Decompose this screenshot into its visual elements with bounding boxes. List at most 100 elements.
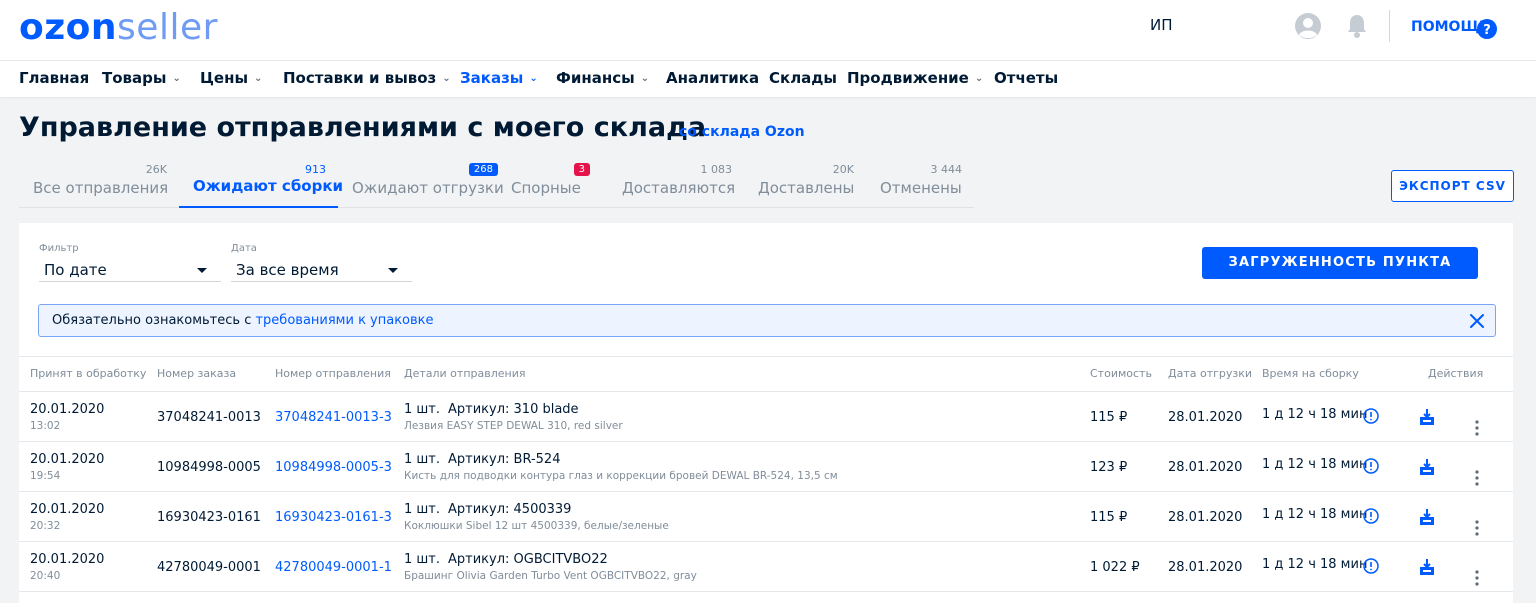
column-header[interactable]: Номер заказа	[157, 367, 236, 380]
nav-item-reports[interactable]: Отчеты	[994, 69, 1058, 87]
item-article: Артикул: BR-524	[448, 452, 561, 467]
column-header[interactable]: Время на сборку	[1262, 367, 1359, 380]
filter-value[interactable]: По дате	[39, 258, 221, 282]
logo-seller-text: seller	[117, 7, 218, 48]
print-label-icon[interactable]	[1418, 408, 1436, 426]
filter-select[interactable]: Фильтр По дате	[39, 243, 221, 282]
table-row[interactable]: 20.01.2020 20:40 42780049-0001 42780049-…	[19, 542, 1513, 592]
tab-count: 3 444	[930, 163, 963, 176]
tab-label: Отменены	[880, 179, 962, 197]
item-price: 115 ₽	[1090, 410, 1128, 425]
ship-date: 28.01.2020	[1168, 560, 1243, 575]
tab-delivering[interactable]: 1 083 Доставляются	[608, 160, 744, 208]
accepted-date: 20.01.2020	[30, 552, 105, 567]
nav-item-finance[interactable]: Финансы ⌄	[556, 69, 649, 87]
item-description: Брашинг Olivia Garden Turbo Vent OGBCITV…	[404, 570, 697, 582]
item-price: 115 ₽	[1090, 510, 1128, 525]
tab-label: Ожидают сборки	[193, 177, 344, 195]
export-csv-button[interactable]: ЭКСПОРТ CSV	[1391, 170, 1514, 202]
chevron-down-icon: ⌄	[974, 73, 984, 84]
column-header[interactable]: Детали отправления	[404, 367, 525, 380]
assembly-time: 1 д 12 ч 18 мин	[1262, 407, 1368, 422]
user-name[interactable]: ИП	[1150, 16, 1173, 34]
nav-item-orders[interactable]: Заказы ⌄	[460, 69, 538, 87]
print-label-icon[interactable]	[1418, 558, 1436, 576]
tab-count: 26K	[145, 163, 167, 176]
print-label-icon[interactable]	[1418, 458, 1436, 476]
shipment-number-link[interactable]: 16930423-0161-3	[275, 510, 392, 525]
shipments-card: Фильтр По дате Дата За все время ЗАГРУЖЕ…	[19, 223, 1513, 603]
info-clock-icon[interactable]	[1363, 458, 1379, 474]
ship-date: 28.01.2020	[1168, 510, 1243, 525]
shipment-number-link[interactable]: 42780049-0001-1	[275, 560, 392, 575]
caret-down-icon	[197, 268, 207, 273]
accepted-time: 20:32	[30, 520, 61, 532]
date-select[interactable]: Дата За все время	[231, 243, 412, 282]
tab-disputed[interactable]: 3 Спорные	[497, 160, 602, 208]
table-row[interactable]: 20.01.2020 19:54 10984998-0005 10984998-…	[19, 442, 1513, 492]
tab-awaiting-shipment[interactable]: 268 Ожидают отгрузки	[338, 160, 510, 208]
ozon-seller-logo[interactable]: ozonseller	[19, 8, 218, 48]
tab-count: 20K	[832, 163, 854, 176]
more-actions-icon[interactable]	[1474, 570, 1480, 586]
page-title: Управление отправлениями с моего склада	[19, 112, 707, 143]
column-header[interactable]: Дата отгрузки	[1168, 367, 1252, 380]
table-row[interactable]: 20.01.2020 20:32 16930423-0161 16930423-…	[19, 492, 1513, 542]
nav-item-products[interactable]: Товары ⌄	[102, 69, 181, 87]
nav-item-supplies[interactable]: Поставки и вывоз ⌄	[283, 69, 451, 87]
nav-item-home[interactable]: Главная	[19, 69, 89, 87]
info-clock-icon[interactable]	[1363, 558, 1379, 574]
more-actions-icon[interactable]	[1474, 520, 1480, 536]
reception-point-load-button[interactable]: ЗАГРУЖЕННОСТЬ ПУНКТА ПРИЕМА	[1202, 247, 1478, 302]
item-description: Лезвия EASY STEP DEWAL 310, red silver	[404, 420, 623, 432]
more-actions-icon[interactable]	[1474, 470, 1480, 486]
notifications-bell-icon[interactable]	[1345, 12, 1369, 40]
user-avatar-icon[interactable]	[1294, 12, 1322, 40]
column-header[interactable]: Стоимость	[1090, 367, 1152, 380]
table-row[interactable]: 20.01.2020 13:02 37048241-0013 37048241-…	[19, 392, 1513, 442]
help-question-icon[interactable]: ?	[1477, 19, 1497, 39]
caret-down-icon	[388, 268, 398, 273]
svg-text:?: ?	[1483, 23, 1491, 38]
shipment-number-link[interactable]: 37048241-0013-3	[275, 410, 392, 425]
logo-ozon-text: ozon	[19, 7, 118, 48]
tab-all[interactable]: 26K Все отправления	[19, 160, 179, 208]
item-price: 123 ₽	[1090, 460, 1128, 475]
item-article: Артикул: 310 blade	[448, 402, 579, 417]
info-clock-icon[interactable]	[1363, 508, 1379, 524]
nav-item-analytics[interactable]: Аналитика	[666, 69, 759, 87]
accepted-time: 19:54	[30, 470, 61, 482]
packaging-requirements-link[interactable]: требованиями к упаковке	[255, 313, 433, 328]
tab-cancelled[interactable]: 3 444 Отменены	[866, 160, 974, 208]
shipment-status-tabs: 26K Все отправления 913 Ожидают сборки 2…	[19, 160, 974, 208]
tab-badge: 3	[573, 163, 590, 176]
ozon-warehouse-link[interactable]: со склада Ozon	[679, 124, 805, 140]
print-label-icon[interactable]	[1418, 508, 1436, 526]
assembly-time: 1 д 12 ч 18 мин	[1262, 457, 1368, 472]
accepted-time: 20:40	[30, 570, 61, 582]
column-header[interactable]: Принят в обработку	[30, 367, 146, 380]
chevron-down-icon: ⌄	[640, 73, 650, 84]
order-number: 10984998-0005	[157, 460, 261, 475]
nav-item-promotion[interactable]: Продвижение ⌄	[847, 69, 983, 87]
tab-awaiting-packaging[interactable]: 913 Ожидают сборки	[179, 160, 343, 208]
column-header[interactable]: Номер отправления	[275, 367, 391, 380]
more-actions-icon[interactable]	[1474, 420, 1480, 436]
info-clock-icon[interactable]	[1363, 408, 1379, 424]
nav-item-prices[interactable]: Цены ⌄	[200, 69, 262, 87]
header-divider	[1389, 10, 1390, 42]
notice-text: Обязательно ознакомьтесь с	[52, 313, 256, 328]
chevron-down-icon: ⌄	[529, 73, 538, 84]
accepted-date: 20.01.2020	[30, 402, 105, 417]
date-value[interactable]: За все время	[231, 258, 412, 282]
chevron-down-icon: ⌄	[442, 73, 451, 84]
close-icon[interactable]	[1469, 313, 1485, 329]
accepted-date: 20.01.2020	[30, 452, 105, 467]
tab-label: Доставлены	[758, 179, 855, 197]
item-quantity: 1 шт.	[404, 502, 441, 517]
ship-date: 28.01.2020	[1168, 460, 1243, 475]
tab-delivered[interactable]: 20K Доставлены	[744, 160, 866, 208]
shipment-number-link[interactable]: 10984998-0005-3	[275, 460, 392, 475]
tab-label: Все отправления	[33, 179, 169, 197]
nav-item-warehouses[interactable]: Склады	[769, 69, 837, 87]
